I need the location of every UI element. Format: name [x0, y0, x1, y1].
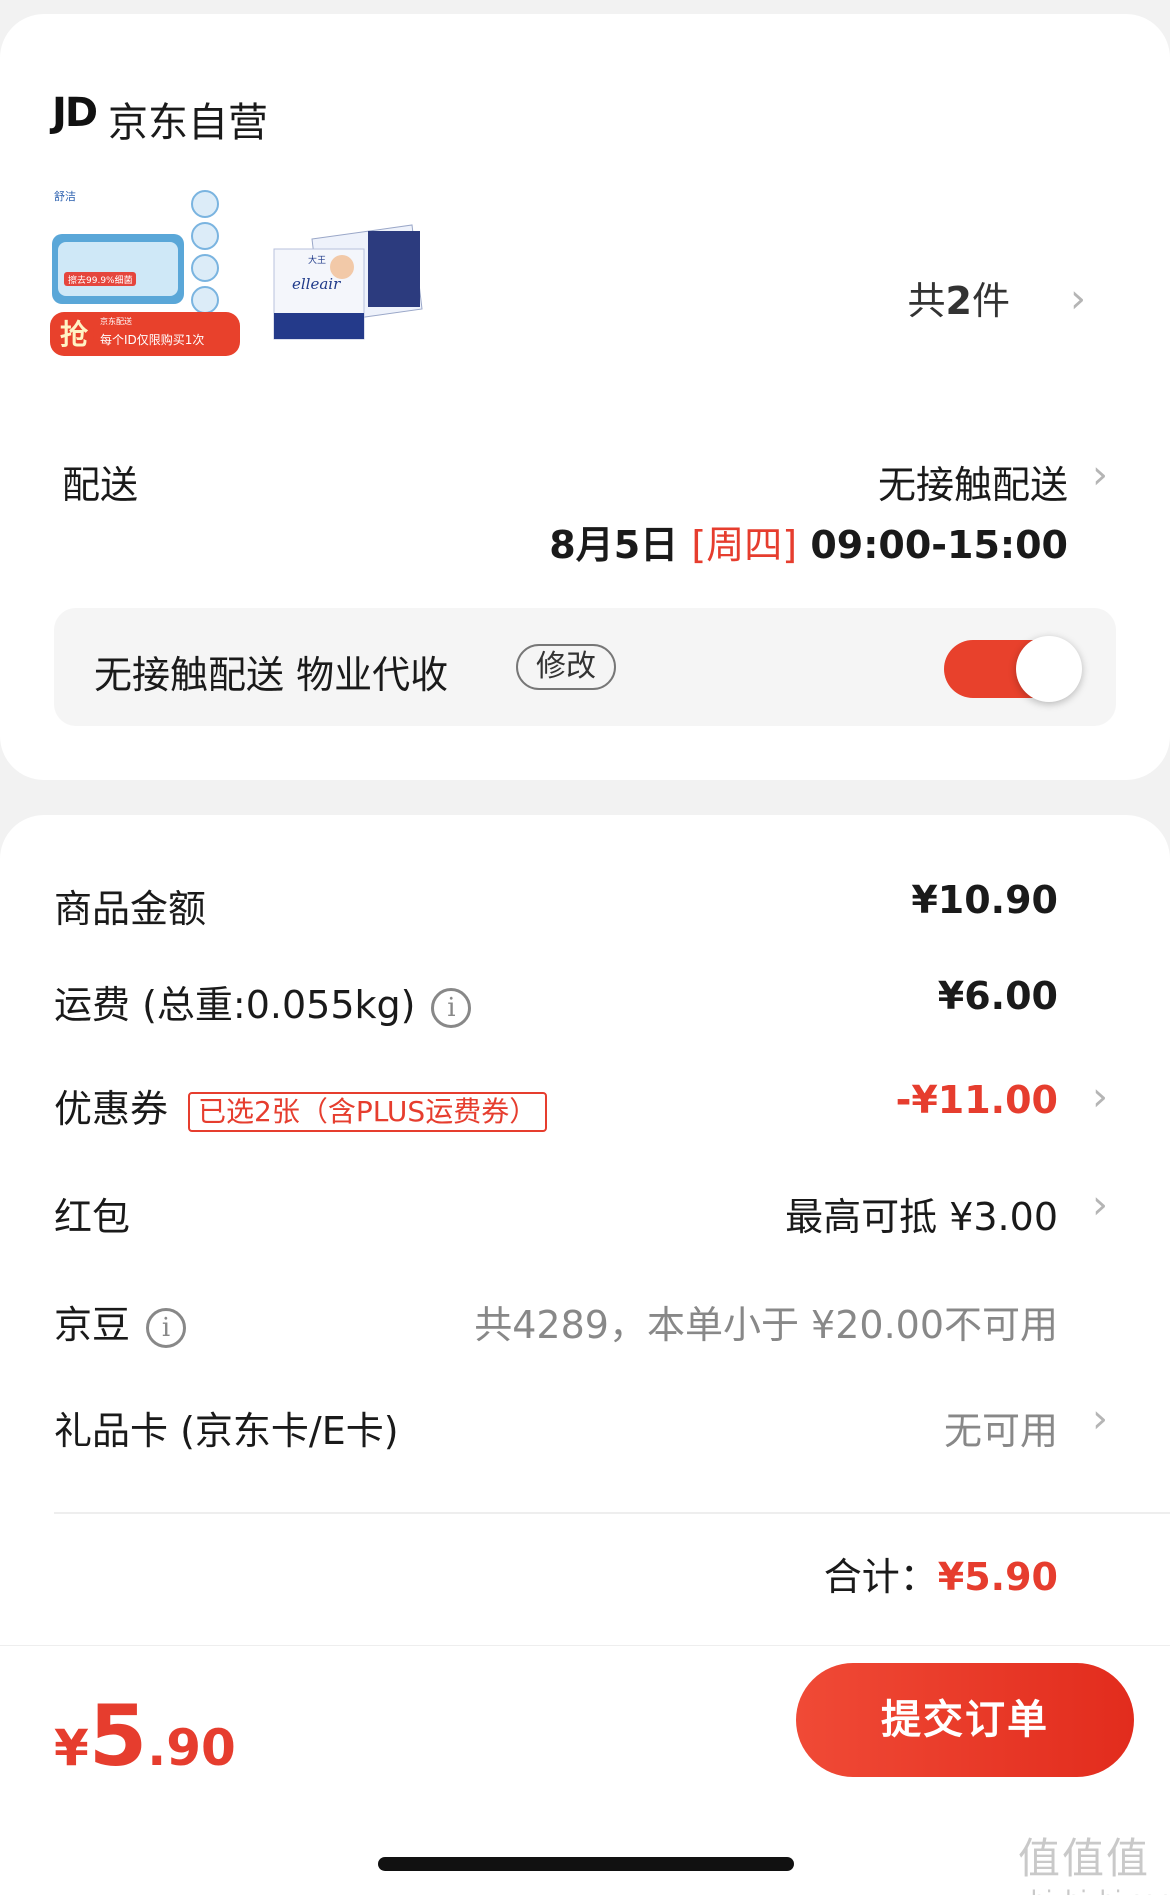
submit-order-button[interactable]: 提交订单 — [796, 1663, 1134, 1777]
product1-brand: 舒洁 — [54, 189, 76, 203]
shipping-fee-label: 运费 (总重:0.055kg) — [54, 983, 416, 1027]
home-indicator[interactable] — [378, 1857, 794, 1871]
contactless-text: 无接触配送 物业代收 — [94, 653, 449, 697]
product1-badge: 抢 — [60, 318, 89, 351]
jd-logo: JD — [52, 90, 98, 136]
product1-tag: 京东配送 — [100, 316, 132, 326]
watermark: 值值值zhizhizhi.com — [1018, 1834, 1170, 1895]
delivery-time[interactable]: 8月5日 [周四] 09:00-15:00 — [549, 514, 1068, 569]
chevron-right-icon[interactable]: › — [1092, 1182, 1108, 1228]
shop-name: 京东自营 — [108, 100, 268, 146]
jingdou-label: 京豆 — [54, 1303, 131, 1347]
total-price: ¥5.90 — [54, 1687, 236, 1785]
shipping-fee-value: ¥6.00 — [937, 974, 1058, 1018]
checkout-bar: ¥5.90 提交订单 值值值zhizhizhi.com — [0, 1645, 1170, 1895]
chevron-right-icon[interactable]: › — [1070, 276, 1086, 322]
coupon-label: 优惠券 — [54, 1087, 169, 1131]
divider — [54, 1512, 1170, 1514]
shipping-fee-row: 运费 (总重:0.055kg) i — [54, 974, 472, 1029]
jingdou-value: 共4289，本单小于 ¥20.00不可用 — [474, 1303, 1058, 1347]
contactless-toggle[interactable] — [944, 636, 1082, 702]
coupon-row[interactable]: 优惠券 已选2张（含PLUS运费券） — [54, 1078, 548, 1133]
contactless-delivery-option: 无接触配送 物业代收 修改 — [54, 608, 1116, 726]
coupon-tag: 已选2张（含PLUS运费券） — [188, 1091, 548, 1132]
delivery-method[interactable]: 无接触配送 — [878, 454, 1068, 509]
red-packet-label: 红包 — [54, 1195, 131, 1239]
info-icon[interactable]: i — [431, 987, 472, 1028]
product-thumbnail-diapers[interactable]: elleair 大王 — [272, 219, 442, 359]
product2-brand-cn: 大王 — [308, 254, 326, 266]
jingdou-row: 京豆 i — [54, 1294, 187, 1349]
info-icon[interactable]: i — [146, 1307, 187, 1348]
divider — [0, 1645, 1170, 1646]
delivery-label: 配送 — [62, 463, 139, 507]
goods-amount-label: 商品金额 — [54, 887, 207, 931]
product1-note: 每个ID仅限购买1次 — [100, 332, 204, 347]
goods-amount-value: ¥10.90 — [911, 878, 1058, 922]
chevron-right-icon[interactable]: › — [1092, 452, 1108, 498]
gift-card-label: 礼品卡 (京东卡/E卡) — [54, 1409, 399, 1453]
chevron-right-icon[interactable]: › — [1092, 1396, 1108, 1442]
chevron-right-icon[interactable]: › — [1092, 1074, 1108, 1120]
product-thumbnail-wipes[interactable]: 舒洁 擦去99.9%细菌 抢 京东配送 每个ID仅限购买1次 — [50, 184, 250, 394]
red-packet-value[interactable]: 最高可抵 ¥3.00 — [785, 1186, 1058, 1241]
edit-button[interactable]: 修改 — [516, 644, 616, 690]
toggle-knob — [1016, 636, 1082, 702]
coupon-value[interactable]: -¥11.00 — [896, 1078, 1058, 1122]
product-count[interactable]: 共2件 — [908, 270, 1010, 325]
product1-claim: 擦去99.9%细菌 — [68, 274, 133, 286]
total-line: 合计：¥5.90 — [823, 1555, 1058, 1599]
product2-brand: elleair — [292, 275, 341, 293]
store-order-card: JD 京东自营 舒洁 擦去99.9%细菌 抢 京东配送 每个ID仅限购买1次 e… — [0, 14, 1170, 780]
gift-card-value[interactable]: 无可用 — [944, 1400, 1058, 1455]
